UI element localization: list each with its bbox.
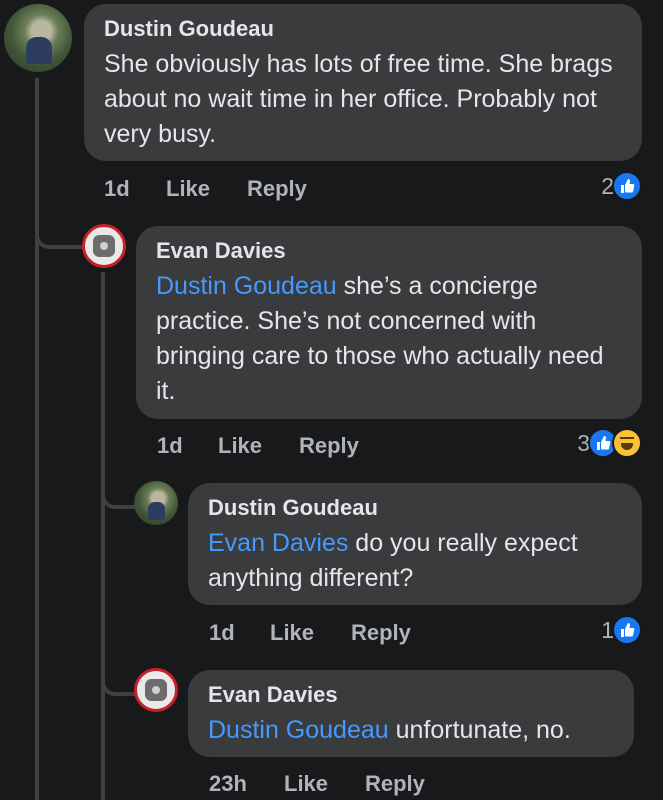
comment-bubble: Evan Davies Dustin Goudeau she’s a conci… [136, 226, 642, 419]
avatar[interactable] [4, 4, 72, 72]
comment-body: She obviously has lots of free time. She… [104, 50, 613, 148]
comment-text: Dustin Goudeau unfortunate, no. [208, 713, 614, 748]
like-button[interactable]: Like [218, 433, 262, 459]
comment-timestamp[interactable]: 1d [209, 620, 235, 646]
comment-author[interactable]: Dustin Goudeau [208, 495, 622, 521]
thread-line [101, 272, 105, 800]
comment-text: Dustin Goudeau she’s a concierge practic… [156, 269, 622, 409]
like-button[interactable]: Like [284, 771, 328, 797]
comment-author[interactable]: Evan Davies [156, 238, 622, 264]
thread-connector [101, 650, 135, 696]
reply-button[interactable]: Reply [299, 433, 359, 459]
reply-button[interactable]: Reply [365, 771, 425, 797]
thread-line [35, 78, 39, 800]
comment-author[interactable]: Evan Davies [208, 682, 614, 708]
comment-bubble: Dustin Goudeau She obviously has lots of… [84, 4, 642, 161]
comment-body: unfortunate, no. [388, 716, 571, 744]
comment-bubble: Evan Davies Dustin Goudeau unfortunate, … [188, 670, 634, 757]
avatar[interactable] [134, 481, 178, 525]
avatar[interactable] [134, 668, 178, 712]
thread-connector [101, 465, 135, 509]
comment-text: Evan Davies do you really expect anythin… [208, 526, 622, 596]
reaction-summary[interactable]: 1 [560, 615, 642, 645]
comment-timestamp[interactable]: 23h [209, 771, 247, 797]
comment-timestamp[interactable]: 1d [104, 176, 130, 202]
mention-link[interactable]: Dustin Goudeau [156, 272, 337, 300]
haha-icon [612, 428, 642, 458]
reply-button[interactable]: Reply [351, 620, 411, 646]
reaction-summary[interactable]: 2 [560, 171, 642, 201]
comment-bubble: Dustin Goudeau Evan Davies do you really… [188, 483, 642, 605]
reaction-summary[interactable]: 3 [560, 428, 642, 458]
comment-timestamp[interactable]: 1d [157, 433, 183, 459]
comment-text: She obviously has lots of free time. She… [104, 47, 622, 152]
mention-link[interactable]: Evan Davies [208, 529, 348, 557]
like-icon [612, 615, 642, 645]
comment-author[interactable]: Dustin Goudeau [104, 16, 622, 42]
like-button[interactable]: Like [270, 620, 314, 646]
mention-link[interactable]: Dustin Goudeau [208, 716, 389, 744]
reply-button[interactable]: Reply [247, 176, 307, 202]
avatar[interactable] [82, 224, 126, 268]
thread-connector [35, 205, 83, 249]
like-button[interactable]: Like [166, 176, 210, 202]
like-icon [612, 171, 642, 201]
